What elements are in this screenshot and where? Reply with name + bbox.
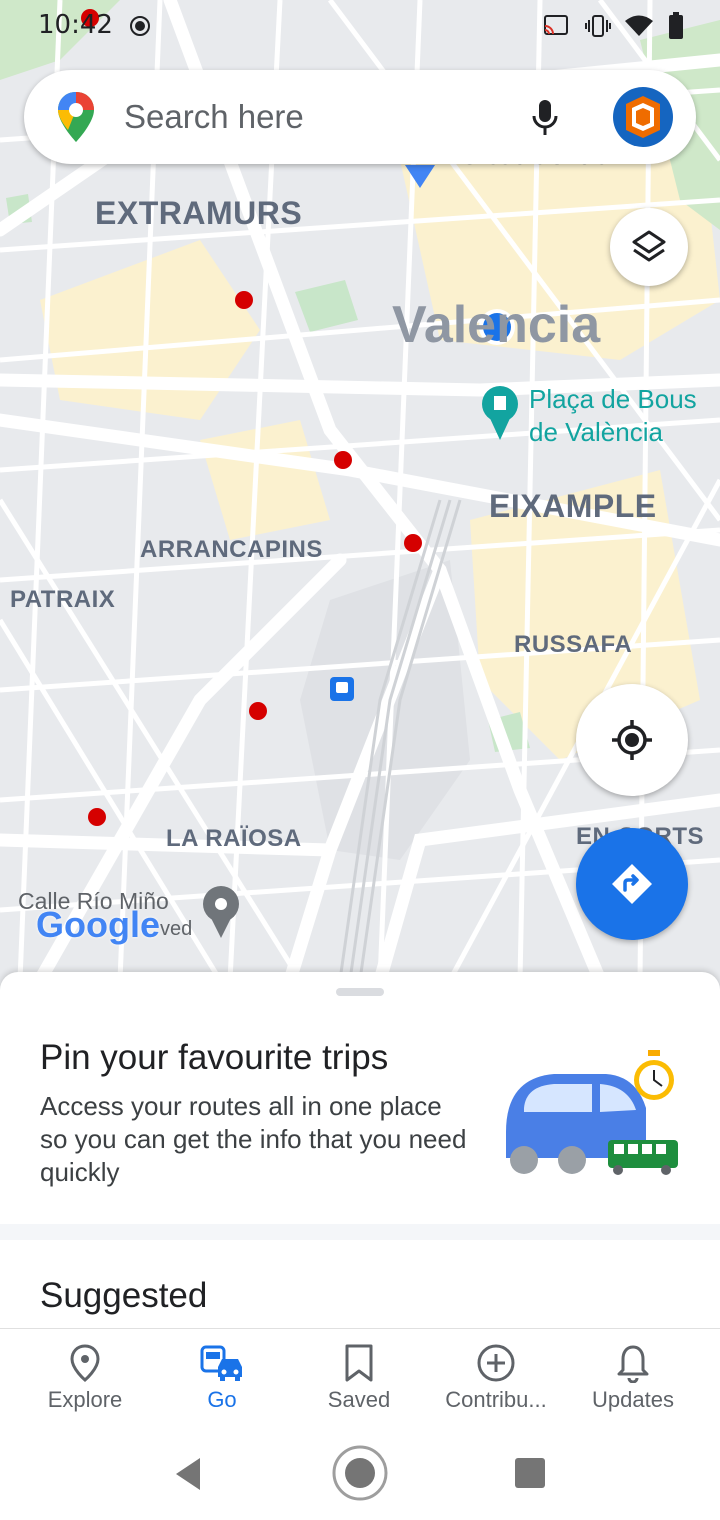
- map-label-placa-line1: Plaça de Bous: [529, 384, 697, 414]
- bell-icon: [615, 1343, 651, 1388]
- search-bar[interactable]: Search here: [24, 70, 696, 164]
- cast-icon: [542, 14, 570, 43]
- map-label-city: Valencia: [392, 296, 601, 354]
- nav-go[interactable]: Go: [150, 1329, 294, 1429]
- suggested-heading: Suggested: [40, 1276, 208, 1315]
- search-input[interactable]: Search here: [124, 98, 304, 136]
- nav-explore-label: Explore: [47, 1387, 123, 1412]
- map-label-arrancapins: ARRANCAPINS: [140, 536, 323, 563]
- back-icon[interactable]: [172, 1456, 204, 1497]
- system-navigation-bar: [0, 1430, 720, 1520]
- nav-saved-label: Saved: [327, 1387, 391, 1412]
- directions-icon: [610, 862, 654, 911]
- google-maps-logo-icon: [56, 90, 96, 149]
- map-label-eixample: EIXAMPLE: [489, 488, 657, 524]
- battery-icon: [668, 12, 684, 45]
- wifi-icon: [624, 14, 654, 43]
- google-logo: Google: [36, 904, 160, 945]
- layers-icon: [630, 228, 668, 271]
- map-label-ved: ved: [160, 918, 193, 940]
- bottom-sheet[interactable]: Pin your favourite trips Access your rou…: [0, 972, 720, 1328]
- microphone-icon[interactable]: [530, 98, 560, 143]
- nav-contribute-label: Contribu...: [445, 1387, 547, 1412]
- nav-updates[interactable]: Updates: [561, 1329, 705, 1429]
- directions-button[interactable]: [576, 828, 688, 940]
- drag-handle[interactable]: [336, 988, 384, 996]
- map-label-patraix: PATRAIX: [10, 586, 116, 613]
- car-transit-icon: [200, 1343, 244, 1388]
- car-transit-illustration-icon: [496, 1048, 686, 1183]
- map-label-la-raiosa: LA RAÏOSA: [166, 825, 302, 852]
- status-bar: 10:42: [0, 0, 720, 54]
- bookmark-icon: [343, 1343, 375, 1388]
- add-circle-icon: [476, 1343, 516, 1388]
- sheet-title: Pin your favourite trips: [40, 1038, 389, 1077]
- nav-saved[interactable]: Saved: [287, 1329, 431, 1429]
- map-label-russafa: RUSSAFA: [514, 631, 633, 658]
- map-label-placa-line2: de València: [529, 417, 663, 447]
- location-pin-icon: [68, 1343, 102, 1388]
- section-divider: [0, 1224, 720, 1240]
- recents-icon[interactable]: [514, 1457, 546, 1494]
- bottom-navigation: Explore Go Saved Contribu... Updates: [0, 1328, 720, 1431]
- account-avatar[interactable]: [612, 86, 674, 153]
- layers-button[interactable]: [610, 208, 688, 286]
- nav-go-label: Go: [207, 1387, 237, 1412]
- location-indicator-icon: [128, 14, 152, 43]
- home-icon[interactable]: [331, 1444, 389, 1507]
- map-label-extramurs: EXTRAMURS: [95, 195, 303, 231]
- my-location-button[interactable]: [576, 684, 688, 796]
- crosshair-icon: [610, 718, 654, 767]
- nav-contribute[interactable]: Contribu...: [424, 1329, 568, 1429]
- sheet-description: Access your routes all in one place so y…: [40, 1091, 467, 1187]
- nav-explore[interactable]: Explore: [13, 1329, 157, 1429]
- vibrate-icon: [584, 13, 612, 44]
- nav-updates-label: Updates: [592, 1387, 674, 1412]
- status-time: 10:42: [38, 10, 113, 40]
